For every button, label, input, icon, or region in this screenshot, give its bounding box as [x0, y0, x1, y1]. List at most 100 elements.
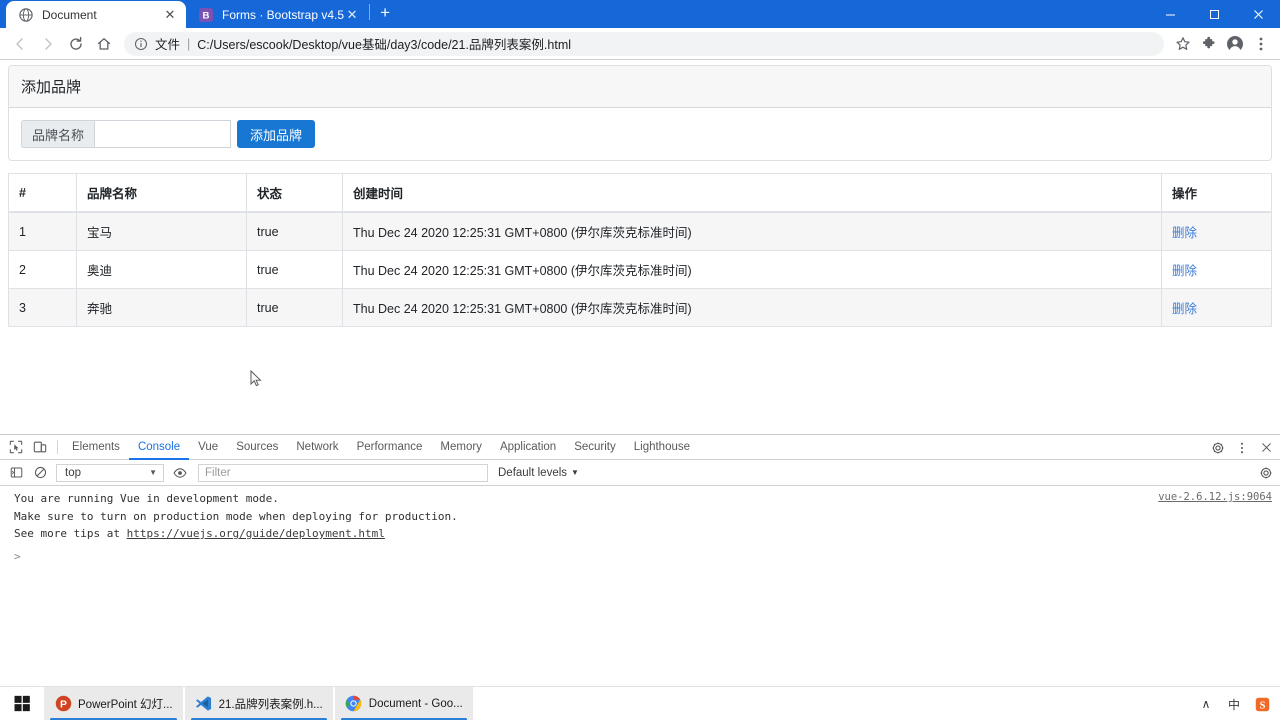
live-expression-eye-icon[interactable] [168, 461, 192, 485]
cell-action: 删除 [1161, 211, 1272, 251]
devtools-tab-sources[interactable]: Sources [227, 435, 287, 460]
table-row: 2 奥迪 true Thu Dec 24 2020 12:25:31 GMT+0… [8, 250, 1272, 289]
console-output: You are running Vue in development mode.… [0, 486, 1280, 564]
cell-index: 3 [8, 288, 77, 327]
devtools-tab-performance[interactable]: Performance [348, 435, 432, 460]
devtools-tab-memory[interactable]: Memory [431, 435, 491, 460]
console-settings-actions [1254, 460, 1278, 485]
brand-name-label: 品牌名称 [21, 120, 95, 148]
table-row: 1 宝马 true Thu Dec 24 2020 12:25:31 GMT+0… [8, 211, 1272, 251]
system-tray: ∧ 中 S [1192, 687, 1276, 720]
console-settings-gear-icon[interactable] [1254, 461, 1278, 485]
cell-name: 宝马 [76, 211, 247, 251]
url-divider: | [187, 36, 191, 51]
devtools-tab-vue[interactable]: Vue [189, 435, 227, 460]
devtools-tab-security[interactable]: Security [565, 435, 625, 460]
svg-text:S: S [1259, 700, 1265, 711]
minimize-icon[interactable] [1148, 0, 1192, 28]
forward-icon[interactable] [34, 30, 62, 58]
chrome-icon [345, 695, 363, 713]
new-tab-button[interactable]: + [371, 0, 399, 27]
taskbar-item-chrome[interactable]: Document - Goo... [334, 686, 473, 720]
page-info-icon[interactable] [134, 37, 148, 51]
devtools-tab-application[interactable]: Application [491, 435, 565, 460]
card-body: 品牌名称 添加品牌 [9, 108, 1271, 160]
column-header-index: # [8, 173, 77, 213]
svg-text:B: B [203, 10, 210, 21]
vue-deployment-link[interactable]: https://vuejs.org/guide/deployment.html [127, 527, 385, 540]
console-message-text: See more tips at [14, 527, 127, 540]
browser-tab-bootstrap[interactable]: B Forms · Bootstrap v4.5 ✕ [186, 1, 368, 28]
brand-input-group: 品牌名称 添加品牌 [21, 120, 1259, 148]
console-levels-dropdown[interactable]: Default levels ▼ [498, 467, 579, 479]
inspect-element-icon[interactable] [4, 435, 28, 459]
delete-link[interactable]: 删除 [1172, 226, 1197, 240]
taskbar-item-powerpoint[interactable]: P PowerPoint 幻灯... [44, 686, 183, 720]
browser-tab-document[interactable]: Document ✕ [6, 1, 186, 28]
console-input-prompt[interactable]: > [0, 543, 1280, 565]
settings-gear-icon[interactable] [1206, 436, 1230, 460]
profile-avatar-icon[interactable] [1222, 31, 1248, 57]
console-context-dropdown[interactable]: top ▼ [56, 463, 164, 482]
start-button[interactable] [0, 687, 44, 720]
ime-mode-icon[interactable]: 中 [1220, 687, 1248, 720]
chevron-down-icon: ▼ [571, 468, 579, 477]
home-icon[interactable] [90, 30, 118, 58]
taskbar-item-label: PowerPoint 幻灯... [78, 698, 173, 711]
toolbar-divider [57, 440, 58, 454]
show-hidden-icons-chevron[interactable]: ∧ [1192, 687, 1220, 720]
delete-link[interactable]: 删除 [1172, 302, 1197, 316]
brand-name-input[interactable] [94, 120, 232, 148]
console-levels-label: Default levels [498, 466, 568, 479]
browser-window: Document ✕ B Forms · Bootstrap v4.5 ✕ + [0, 0, 1280, 720]
devtools-tab-lighthouse[interactable]: Lighthouse [625, 435, 699, 460]
chrome-menu-icon[interactable] [1248, 31, 1274, 57]
devtools-tab-network[interactable]: Network [287, 435, 347, 460]
bookmark-star-icon[interactable] [1170, 31, 1196, 57]
clear-console-icon[interactable] [28, 461, 52, 485]
back-icon[interactable] [6, 30, 34, 58]
devtools-tab-elements[interactable]: Elements [63, 435, 129, 460]
column-header-state: 状态 [246, 173, 343, 213]
bootstrap-container: 添加品牌 品牌名称 添加品牌 # 品牌名称 状态 创建时间 操作 1 宝马 tr… [0, 65, 1280, 327]
add-brand-card: 添加品牌 品牌名称 添加品牌 [8, 65, 1272, 161]
close-icon[interactable]: ✕ [344, 7, 360, 23]
table-row: 3 奔驰 true Thu Dec 24 2020 12:25:31 GMT+0… [8, 288, 1272, 327]
cell-name: 奥迪 [76, 250, 247, 289]
cell-time: Thu Dec 24 2020 12:25:31 GMT+0800 (伊尔库茨克… [342, 211, 1162, 251]
windows-taskbar: P PowerPoint 幻灯... 21.品牌列表案例.h... Docume… [0, 686, 1280, 720]
browser-toolbar: 文件 | C:/Users/escook/Desktop/vue基础/day3/… [0, 28, 1280, 60]
reload-icon[interactable] [62, 30, 90, 58]
close-devtools-icon[interactable] [1254, 436, 1278, 460]
devtools-tabbar: Elements Console Vue Sources Network Per… [0, 435, 1280, 460]
devtools-tab-console[interactable]: Console [129, 435, 189, 460]
close-icon[interactable] [1236, 0, 1280, 28]
card-header-title: 添加品牌 [9, 66, 1271, 108]
cell-action: 删除 [1161, 288, 1272, 327]
close-icon[interactable]: ✕ [162, 7, 178, 23]
console-sidebar-icon[interactable] [4, 461, 28, 485]
address-bar[interactable]: 文件 | C:/Users/escook/Desktop/vue基础/day3/… [124, 31, 1164, 56]
console-filter-input[interactable]: Filter [198, 463, 488, 482]
globe-icon [18, 7, 34, 23]
more-options-icon[interactable] [1230, 436, 1254, 460]
window-controls [1148, 0, 1280, 28]
delete-link[interactable]: 删除 [1172, 264, 1197, 278]
maximize-icon[interactable] [1192, 0, 1236, 28]
console-source-link[interactable]: vue-2.6.12.js:9064 [1158, 490, 1272, 506]
console-message-line-with-link: See more tips at https://vuejs.org/guide… [0, 525, 1280, 543]
add-brand-button[interactable]: 添加品牌 [237, 120, 316, 148]
console-context-value: top [65, 466, 81, 479]
extensions-puzzle-icon[interactable] [1196, 31, 1222, 57]
taskbar-item-label: 21.品牌列表案例.h... [218, 698, 323, 711]
taskbar-item-vscode[interactable]: 21.品牌列表案例.h... [184, 686, 333, 720]
devtools-panel: Elements Console Vue Sources Network Per… [0, 434, 1280, 686]
devtools-header-actions [1206, 435, 1278, 460]
table-body: 1 宝马 true Thu Dec 24 2020 12:25:31 GMT+0… [8, 211, 1272, 327]
tab-strip: Document ✕ B Forms · Bootstrap v4.5 ✕ + [0, 0, 1280, 28]
tab-title: Document [42, 7, 97, 22]
url-scheme-label: 文件 [155, 38, 181, 52]
column-header-action: 操作 [1161, 173, 1272, 213]
sogou-ime-icon[interactable]: S [1248, 687, 1276, 720]
device-toolbar-icon[interactable] [28, 435, 52, 459]
